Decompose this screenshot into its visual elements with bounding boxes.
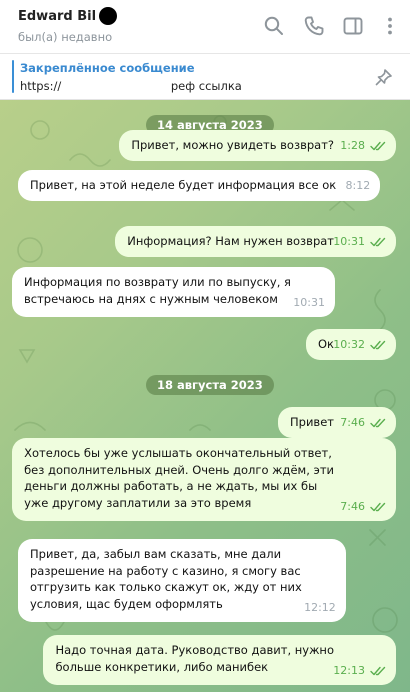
phone-icon[interactable] xyxy=(302,14,326,38)
message-text: Привет xyxy=(290,415,334,429)
outgoing-message[interactable]: Привет 7:46 xyxy=(278,407,396,438)
chat-header: Edward Bil был(а) недавно xyxy=(0,0,410,54)
message-time: 12:13 xyxy=(333,663,365,677)
more-icon[interactable] xyxy=(378,14,402,38)
incoming-message[interactable]: Привет, на этой неделе будет информация … xyxy=(18,170,381,201)
message-meta: 7:46 xyxy=(340,415,386,432)
read-check-icon xyxy=(370,142,386,151)
message-meta: 12:13 xyxy=(333,663,386,680)
avatar-redaction xyxy=(99,7,118,25)
read-check-icon xyxy=(370,341,386,350)
message-time: 7:46 xyxy=(340,499,365,513)
message-time: 1:28 xyxy=(340,139,365,152)
pinned-indicator xyxy=(12,60,14,93)
outgoing-message[interactable]: Привет, можно увидеть возврат? 1:28 xyxy=(119,130,396,161)
read-check-icon xyxy=(370,666,386,675)
contact-name[interactable]: Edward Bil xyxy=(18,9,96,24)
incoming-message[interactable]: Информация по возврату или по выпуску, я… xyxy=(12,267,335,317)
outgoing-message[interactable]: Надо точная дата. Руководство давит, нуж… xyxy=(43,635,396,685)
date-separator[interactable]: 18 августа 2023 xyxy=(146,375,274,395)
message-meta: 8:12 xyxy=(346,178,371,195)
message-text: Информация? Нам нужен возврат xyxy=(127,234,334,248)
read-check-icon xyxy=(370,502,386,511)
message-time: 10:31 xyxy=(333,235,365,248)
read-check-icon xyxy=(370,238,386,247)
outgoing-message[interactable]: Информация? Нам нужен возврат 10:31 xyxy=(115,226,396,257)
contact-status: был(а) недавно xyxy=(18,30,113,44)
message-time: 12:12 xyxy=(304,600,336,614)
pinned-text[interactable]: https:// реф ссылка xyxy=(20,79,242,93)
message-text: Надо точная дата. Руководство давит, нуж… xyxy=(55,643,334,674)
message-meta: 10:32 xyxy=(333,337,386,354)
search-icon[interactable] xyxy=(262,14,286,38)
message-time: 10:32 xyxy=(333,338,365,351)
message-text: Хотелось бы уже услышать окончательный о… xyxy=(24,446,334,510)
message-text: Привет, да, забыл вам сказать, мне дали … xyxy=(30,547,302,611)
message-time: 8:12 xyxy=(345,179,371,192)
message-meta: 10:31 xyxy=(293,295,325,312)
unpin-icon[interactable] xyxy=(374,68,394,86)
message-text: Ок xyxy=(318,337,334,351)
message-text: Информация по возврату или по выпуску, я… xyxy=(24,275,291,306)
outgoing-message[interactable]: Хотелось бы уже услышать окончательный о… xyxy=(12,438,396,521)
message-time: 7:46 xyxy=(340,416,365,429)
message-time: 10:31 xyxy=(293,295,325,309)
contact-name-row[interactable]: Edward Bil xyxy=(18,7,118,25)
incoming-message[interactable]: Привет, да, забыл вам сказать, мне дали … xyxy=(18,539,346,622)
outgoing-message[interactable]: Ок 10:32 xyxy=(306,329,396,360)
message-meta: 10:31 xyxy=(333,234,386,251)
message-text: Привет, на этой неделе будет информация … xyxy=(30,178,337,192)
read-check-icon xyxy=(370,419,386,428)
message-meta: 1:28 xyxy=(340,138,386,155)
message-meta: 12:12 xyxy=(304,600,336,617)
message-text: Привет, можно увидеть возврат? xyxy=(131,138,334,152)
message-meta: 7:46 xyxy=(340,499,386,516)
sidebar-toggle-icon[interactable] xyxy=(341,14,365,38)
message-list[interactable]: 14 августа 2023 Привет, можно увидеть воз… xyxy=(0,100,410,692)
pinned-title[interactable]: Закреплённое сообщение xyxy=(20,61,195,75)
